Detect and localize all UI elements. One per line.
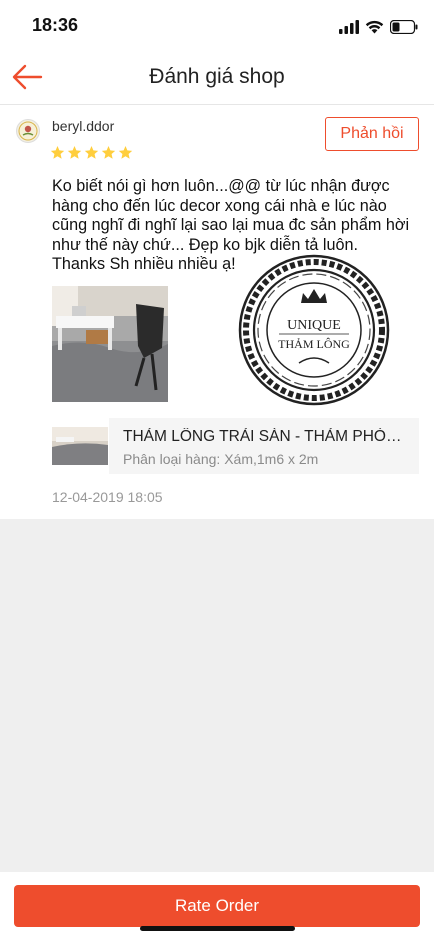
review-photo[interactable] <box>52 286 168 402</box>
product-name: THẢM LÔNG TRẢI SÀN - THẢM PHÒNG KHÁCH <box>123 428 403 445</box>
home-indicator <box>140 926 295 931</box>
star-icon <box>84 145 99 159</box>
review-card: beryl.ddor Phản hồi Ko biết nói gì hơn l… <box>0 105 434 519</box>
status-time: 18:36 <box>32 15 79 35</box>
page-title: Đánh giá shop <box>149 65 285 88</box>
status-icons <box>339 17 418 37</box>
star-icon <box>67 145 82 159</box>
status-bar: 18:36 <box>0 0 434 52</box>
product-info: THẢM LÔNG TRẢI SÀN - THẢM PHÒNG KHÁCH Ph… <box>109 418 419 474</box>
reviewer-username: beryl.ddor <box>52 118 115 134</box>
shop-watermark-logo: UNIQUE THẢM LÔNG <box>237 253 391 407</box>
star-icon <box>101 145 116 159</box>
watermark-line1: UNIQUE <box>287 318 341 333</box>
product-variant: Phân loại hàng: Xám,1m6 x 2m <box>123 451 319 467</box>
watermark-line2: THẢM LÔNG <box>278 337 350 351</box>
rating-stars <box>50 145 133 160</box>
header: Đánh giá shop <box>0 52 434 105</box>
rate-order-button[interactable]: Rate Order <box>14 885 420 927</box>
star-icon <box>118 145 133 159</box>
product-item[interactable]: THẢM LÔNG TRẢI SÀN - THẢM PHÒNG KHÁCH Ph… <box>52 418 419 474</box>
avatar[interactable] <box>16 119 40 143</box>
product-thumbnail <box>52 427 108 465</box>
review-photo-image <box>52 286 168 402</box>
avatar-image <box>18 121 38 141</box>
star-icon <box>50 145 65 159</box>
review-date: 12-04-2019 18:05 <box>52 489 163 505</box>
battery-icon <box>390 20 418 34</box>
signal-icon <box>339 20 359 34</box>
wifi-icon <box>365 20 384 34</box>
reply-button[interactable]: Phản hồi <box>325 117 419 151</box>
